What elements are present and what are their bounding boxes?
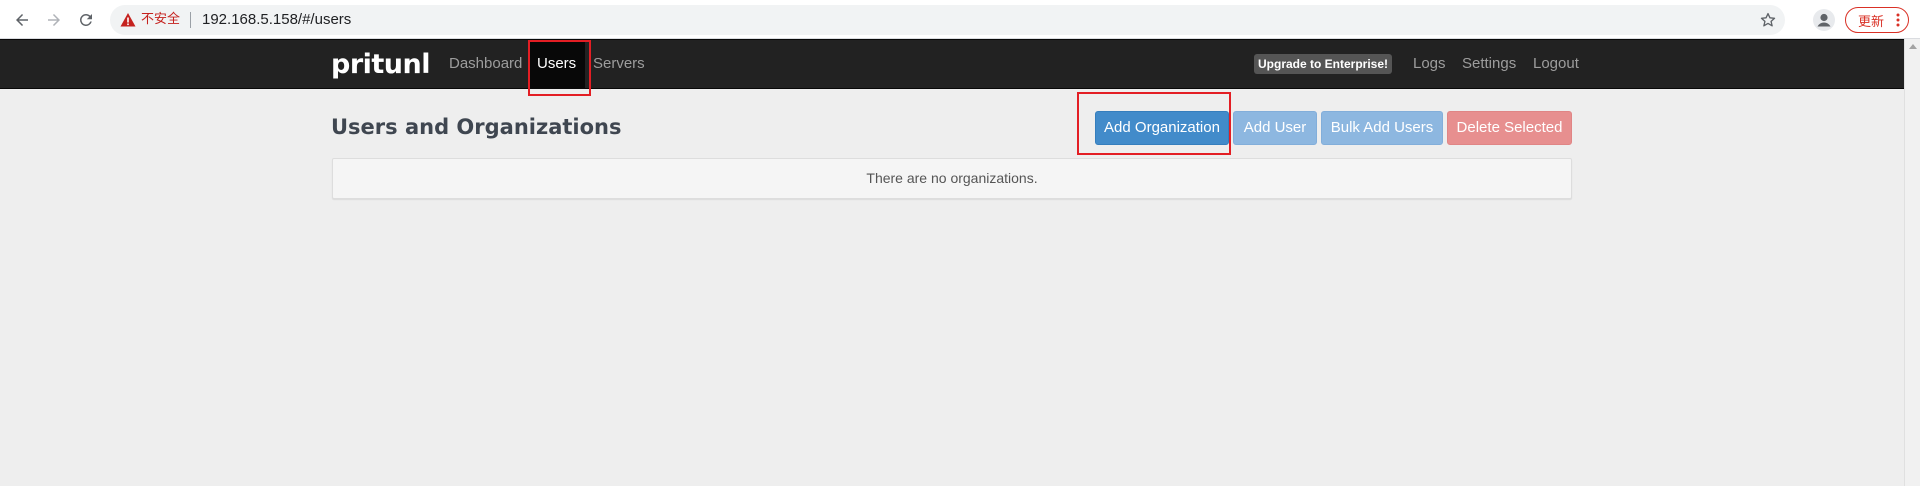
update-browser-button[interactable]: 更新 <box>1845 7 1909 33</box>
empty-organizations-message: There are no organizations. <box>866 170 1038 186</box>
forward-icon[interactable] <box>42 8 66 32</box>
upgrade-enterprise-badge[interactable]: Upgrade to Enterprise! <box>1254 54 1393 74</box>
bulk-add-users-button[interactable]: Bulk Add Users <box>1321 111 1443 145</box>
nav-settings[interactable]: Settings <box>1462 40 1516 88</box>
add-user-button[interactable]: Add User <box>1233 111 1317 145</box>
back-icon[interactable] <box>10 8 34 32</box>
bookmark-star-icon[interactable] <box>1759 11 1777 29</box>
scroll-up-arrow-icon[interactable] <box>1909 44 1917 49</box>
nav-logs[interactable]: Logs <box>1413 40 1446 88</box>
app-navbar: pritunl Dashboard Users Servers Upgrade … <box>0 39 1904 89</box>
update-label: 更新 <box>1858 14 1885 30</box>
nav-servers[interactable]: Servers <box>593 40 645 88</box>
nav-dashboard[interactable]: Dashboard <box>449 40 522 88</box>
omnibox-divider <box>190 12 191 28</box>
delete-selected-button[interactable]: Delete Selected <box>1447 111 1572 145</box>
profile-avatar-icon[interactable] <box>1813 9 1835 31</box>
insecure-label: 不安全 <box>141 12 181 27</box>
address-bar[interactable]: 不安全 192.168.5.158/#/users <box>110 5 1785 35</box>
warning-icon <box>120 13 136 27</box>
url-text[interactable]: 192.168.5.158/#/users <box>202 12 351 28</box>
page-title: Users and Organizations <box>331 115 622 139</box>
add-organization-button[interactable]: Add Organization <box>1095 111 1229 145</box>
organizations-panel: There are no organizations. <box>332 158 1572 199</box>
nav-logout[interactable]: Logout <box>1533 40 1579 88</box>
more-menu-icon[interactable] <box>1896 13 1900 27</box>
page-scrollbar[interactable] <box>1904 39 1920 486</box>
brand-logo[interactable]: pritunl <box>331 49 431 80</box>
browser-toolbar: 不安全 192.168.5.158/#/users 更新 <box>0 0 1920 39</box>
nav-users[interactable]: Users <box>528 40 586 88</box>
reload-icon[interactable] <box>74 8 98 32</box>
